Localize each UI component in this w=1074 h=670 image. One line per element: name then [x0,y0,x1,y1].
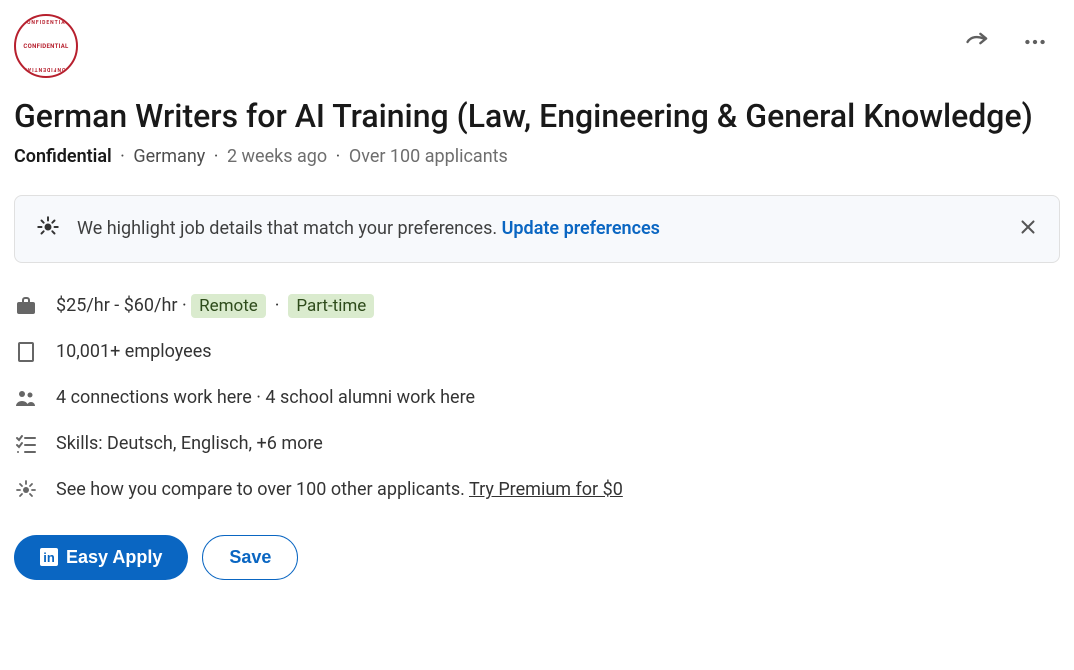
people-icon [14,386,38,410]
job-details: $25/hr - $60/hr · Remote · Part-time 10,… [14,283,1060,513]
more-button[interactable] [1016,23,1054,61]
type-pill: Part-time [288,294,374,318]
share-button[interactable] [958,22,998,62]
linkedin-badge-icon: in [40,548,58,566]
pay-row: $25/hr - $60/hr · Remote · Part-time [14,283,1060,329]
job-meta: Confidential · Germany · 2 weeks ago · O… [14,146,1060,167]
close-icon [1017,216,1039,238]
more-icon [1022,29,1048,55]
company-logo: CONFIDENTIAL CONFIDENTIAL CONFIDENTIAL [14,14,78,78]
posted-ago: 2 weeks ago [227,146,327,167]
briefcase-icon [14,294,38,318]
employees-text: 10,001+ employees [56,341,212,362]
company-name: Confidential [14,146,112,167]
easy-apply-button[interactable]: in Easy Apply [14,535,188,580]
logo-ring-text-top: CONFIDENTIAL [23,20,70,26]
compare-row: See how you compare to over 100 other ap… [14,467,1060,513]
logo-ring-text-bottom: CONFIDENTIAL [23,66,70,72]
network-row: 4 connections work here · 4 school alumn… [14,375,1060,421]
skills-row: Skills: Deutsch, Englisch, +6 more [14,421,1060,467]
compare-text: See how you compare to over 100 other ap… [56,479,469,500]
preferences-banner: We highlight job details that match your… [14,195,1060,263]
employees-row: 10,001+ employees [14,329,1060,375]
save-button[interactable]: Save [202,535,298,580]
job-location: Germany [133,146,205,167]
logo-center-text: CONFIDENTIAL [23,43,68,50]
update-preferences-link[interactable]: Update preferences [502,218,660,239]
checklist-icon [14,432,38,456]
easy-apply-label: Easy Apply [66,547,162,568]
applicant-count: Over 100 applicants [349,146,508,167]
building-icon [14,340,38,364]
try-premium-link[interactable]: Try Premium for $0 [469,479,623,500]
remote-pill: Remote [191,294,266,318]
job-title: German Writers for AI Training (Law, Eng… [14,96,1060,138]
lightbulb-icon [35,214,61,244]
share-arrow-icon [964,28,992,56]
pay-text: $25/hr - $60/hr [56,295,177,316]
skills-text: Skills: Deutsch, Englisch, +6 more [56,433,323,454]
banner-close-button[interactable] [1011,210,1045,247]
network-text: 4 connections work here · 4 school alumn… [56,387,475,408]
lightbulb-icon [14,478,38,502]
banner-text: We highlight job details that match your… [77,218,497,239]
